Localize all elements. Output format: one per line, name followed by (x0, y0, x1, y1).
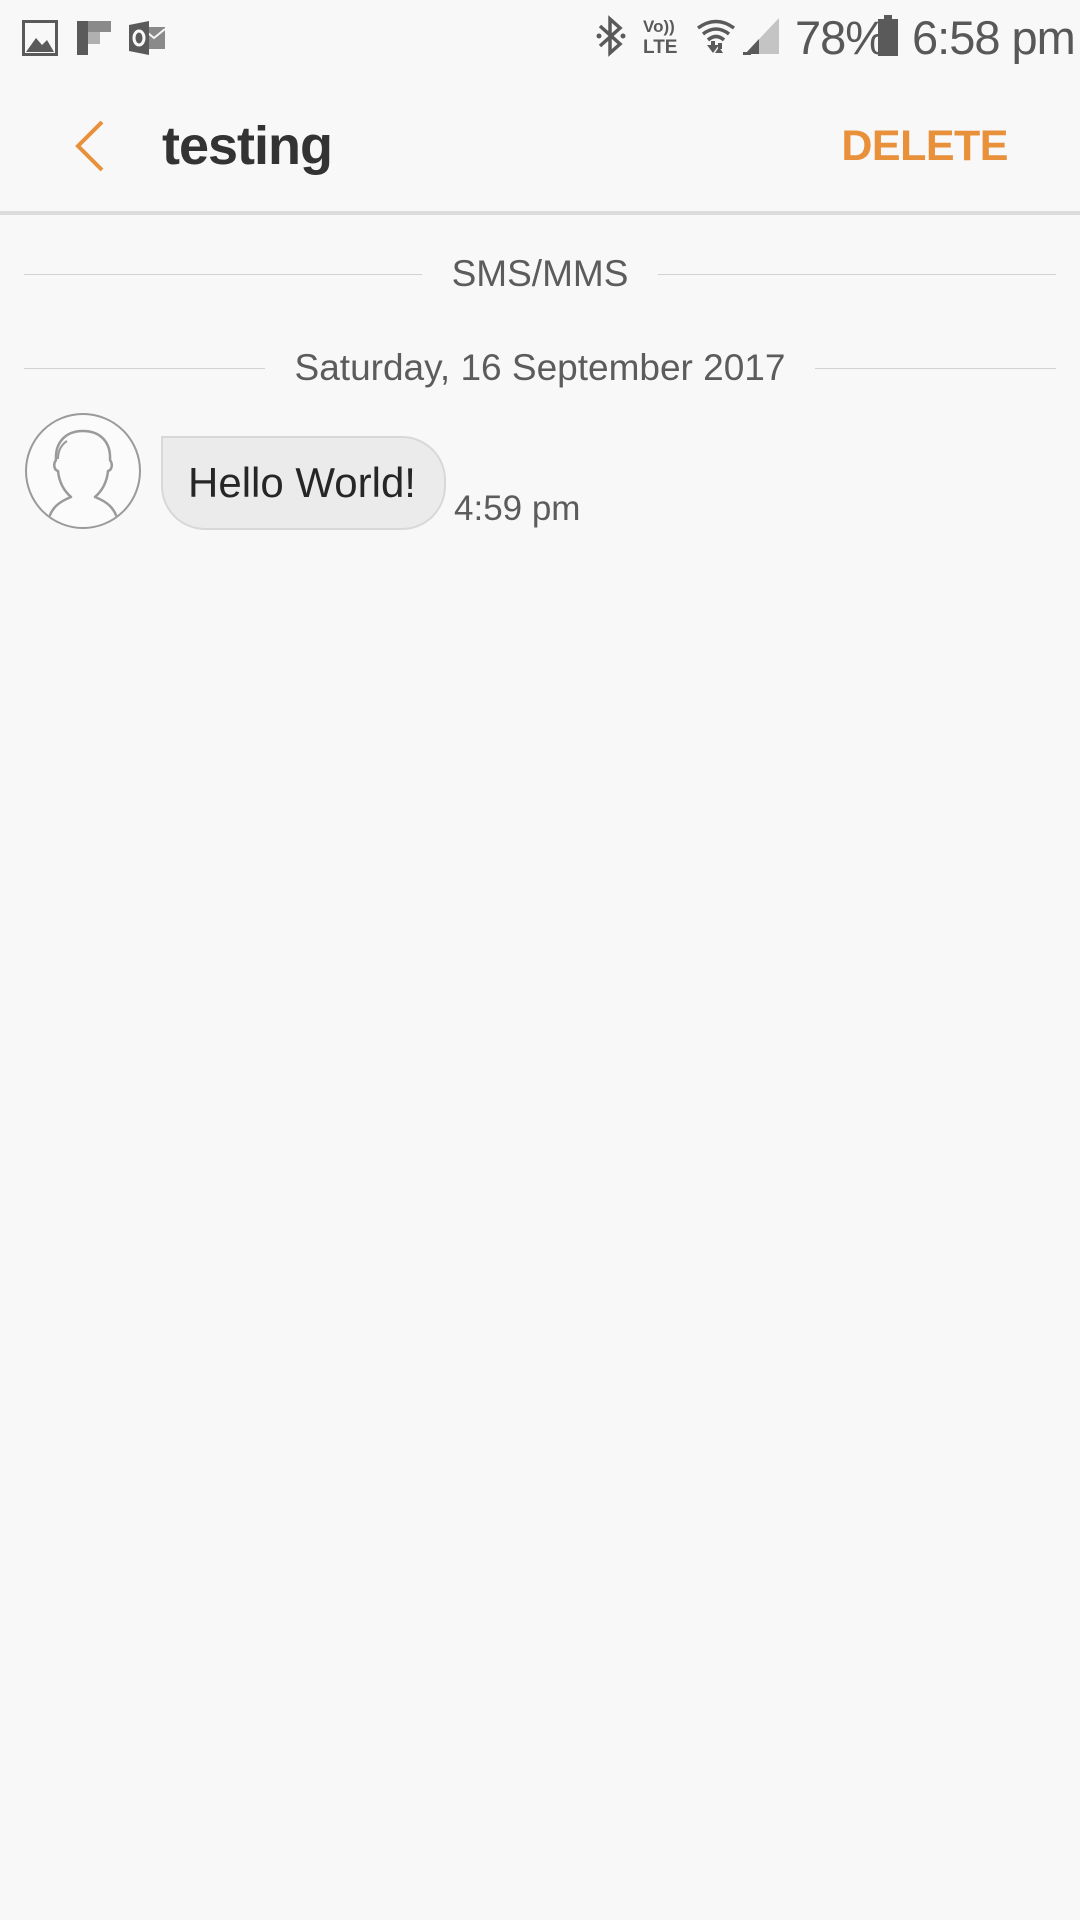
status-time: 6:58 pm (912, 11, 1076, 64)
date-label: Saturday, 16 September 2017 (294, 347, 786, 388)
flipboard-icon (75, 18, 113, 58)
date-separator: Saturday, 16 September 2017 (24, 346, 1057, 390)
divider-line (658, 273, 1056, 275)
channel-label: SMS/MMS (451, 253, 629, 294)
delete-button[interactable]: DELETE (841, 118, 1008, 174)
back-chevron-icon (75, 120, 104, 172)
back-button[interactable] (60, 110, 120, 182)
battery-percent: 78% (795, 11, 887, 64)
message-time: 4:59 pm (454, 489, 581, 528)
header-divider (0, 211, 1080, 215)
divider-line (24, 273, 422, 275)
channel-separator: SMS/MMS (24, 252, 1056, 296)
wifi-icon (694, 16, 738, 56)
svg-text:LTE: LTE (643, 37, 677, 57)
divider-line (24, 367, 265, 369)
outlook-icon (128, 18, 168, 58)
status-bar: Vo)) LTE 78% 6:58 pm (0, 0, 1080, 80)
conversation-screen: Vo)) LTE 78% 6:58 pm testing DELETE SMS/… (0, 0, 1080, 1920)
message-bubble[interactable]: Hello World! (161, 436, 446, 530)
signal-icon (742, 16, 782, 56)
volte-icon: Vo)) LTE (640, 16, 686, 57)
bluetooth-icon (594, 15, 628, 57)
divider-line (815, 367, 1057, 369)
app-header: testing DELETE (0, 80, 1080, 212)
conversation-title: testing (162, 116, 333, 176)
person-silhouette-icon (45, 429, 121, 527)
battery-icon (876, 15, 900, 56)
contact-avatar[interactable] (25, 413, 141, 529)
message-text: Hello World! (188, 459, 416, 506)
gallery-icon (20, 18, 60, 58)
svg-text:Vo)): Vo)) (643, 17, 675, 36)
